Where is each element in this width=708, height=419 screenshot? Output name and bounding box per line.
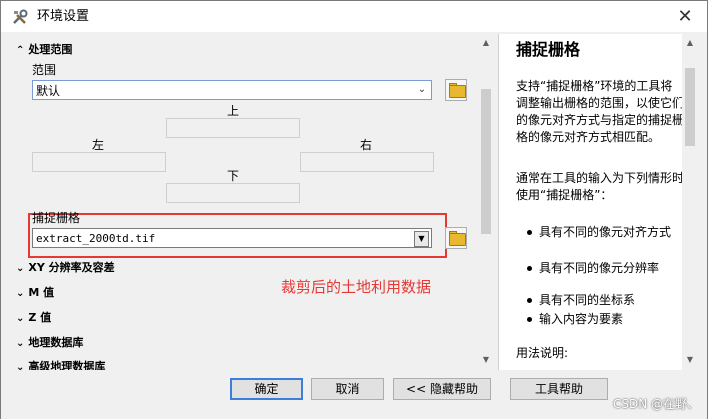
- annotation-text: 裁剪后的土地利用数据: [281, 278, 432, 296]
- left-label: 左: [92, 138, 105, 152]
- chevron-down-icon: ⌄: [417, 84, 427, 95]
- help-description: 支持“捕捉栅格”环境的工具将调整输出栅格的范围，以使它们的像元对齐方式与指定的捕…: [516, 79, 685, 144]
- watermark: CSDN @在野、: [613, 397, 700, 411]
- scroll-up-icon[interactable]: ▲: [480, 37, 492, 49]
- list-item: 具有不同的坐标系: [527, 292, 679, 309]
- section-geodatabase-advanced[interactable]: ⌄ 高级地理数据库: [16, 360, 105, 370]
- double-chevron-down-icon: ⌄: [16, 288, 25, 299]
- title-bar: 环境设置 ✕: [1, 1, 707, 32]
- chevron-down-icon: ▼: [414, 231, 429, 247]
- double-chevron-up-icon: ⌃: [16, 45, 25, 56]
- help-panel: 捕捉栅格 支持“捕捉栅格”环境的工具将调整输出栅格的范围，以使它们的像元对齐方式…: [498, 34, 697, 370]
- scrollbar-thumb[interactable]: [481, 89, 491, 234]
- section-xy-resolution[interactable]: ⌄ XY 分辨率及容差: [16, 261, 115, 276]
- section-m-values[interactable]: ⌄ M 值: [16, 286, 54, 301]
- open-folder-icon: [449, 233, 466, 246]
- list-item: 具有不同的像元对齐方式: [527, 224, 679, 241]
- snap-raster-label: 捕捉栅格: [32, 211, 81, 225]
- right-label: 右: [360, 138, 373, 152]
- window-title: 环境设置: [37, 9, 90, 24]
- hide-help-button[interactable]: << 隐藏帮助: [393, 378, 491, 400]
- snap-raster-dropdown[interactable]: extract_2000td.tif ▼: [32, 228, 432, 248]
- settings-panel: ⌃ 处理范围 范围 默认 ⌄ 上 左 右 下 捕捉栅格 extract_2000t…: [9, 34, 495, 370]
- snap-raster-browse-button[interactable]: [445, 227, 467, 249]
- close-icon: ✕: [677, 6, 693, 27]
- scroll-down-icon[interactable]: ▼: [480, 354, 492, 366]
- scrollbar-thumb[interactable]: [685, 68, 695, 146]
- extent-browse-button[interactable]: [445, 79, 467, 101]
- extent-top-field: [166, 118, 300, 138]
- extent-left-field: [32, 152, 166, 172]
- list-item: 输入内容为要素: [527, 311, 679, 328]
- close-button[interactable]: ✕: [665, 5, 705, 29]
- extent-label: 范围: [32, 63, 57, 77]
- section-processing-extent[interactable]: ⌃ 处理范围: [16, 43, 72, 58]
- double-chevron-down-icon: ⌄: [16, 263, 25, 274]
- scroll-up-icon[interactable]: ▲: [684, 37, 696, 49]
- cancel-button[interactable]: 取消: [311, 378, 384, 400]
- tools-icon: [10, 8, 30, 26]
- open-folder-icon: [449, 85, 466, 98]
- extent-bottom-field: [166, 183, 300, 203]
- section-geodatabase[interactable]: ⌄ 地理数据库: [16, 336, 83, 351]
- ok-button[interactable]: 确定: [230, 378, 303, 400]
- button-bar: 确定 取消 << 隐藏帮助 工具帮助 CSDN @在野、: [1, 371, 707, 419]
- help-scrollbar[interactable]: ▲ ▼: [682, 34, 698, 370]
- list-item: 具有不同的像元分辨率: [527, 260, 679, 277]
- double-chevron-down-icon: ⌄: [16, 338, 25, 349]
- double-chevron-down-icon: ⌄: [16, 313, 25, 324]
- section-z-values[interactable]: ⌄ Z 值: [16, 311, 51, 326]
- extent-right-field: [300, 152, 434, 172]
- scroll-down-icon[interactable]: ▼: [684, 354, 696, 366]
- tool-help-button[interactable]: 工具帮助: [510, 378, 608, 400]
- help-usage-intro: 通常在工具的输入为下列情形时使用“捕捉栅格”：: [516, 171, 685, 202]
- settings-scrollbar[interactable]: ▲ ▼: [478, 34, 494, 370]
- extent-dropdown[interactable]: 默认 ⌄: [32, 80, 432, 100]
- help-usage-notes: 用法说明:: [516, 346, 569, 360]
- double-chevron-down-icon: ⌄: [16, 362, 25, 370]
- bottom-label: 下: [227, 169, 240, 183]
- help-title: 捕捉栅格: [516, 40, 581, 59]
- top-label: 上: [227, 104, 240, 118]
- environment-settings-dialog: 环境设置 ✕ ⌃ 处理范围 范围 默认 ⌄ 上 左 右 下 捕捉栅格 extrac…: [0, 0, 708, 419]
